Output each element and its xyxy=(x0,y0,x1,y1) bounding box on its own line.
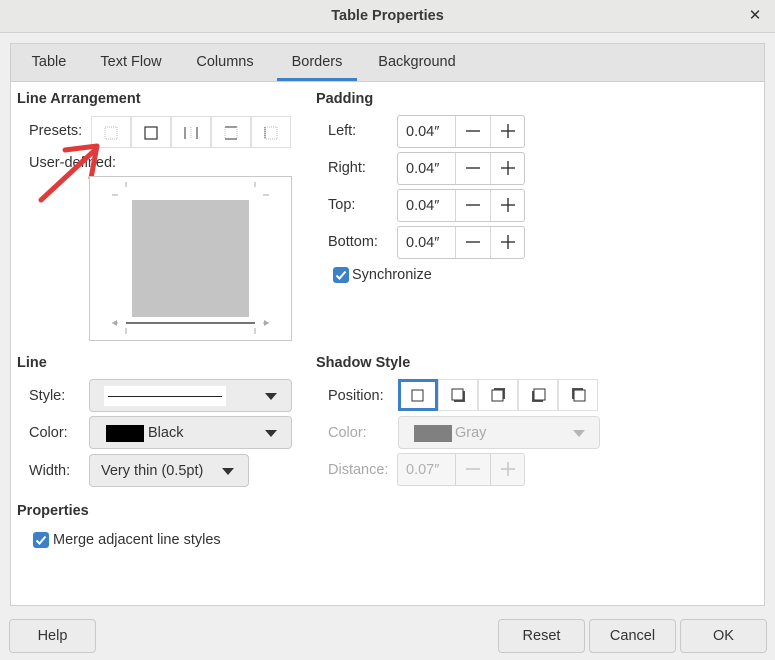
padding-bottom-field: 0.04″ xyxy=(397,226,525,259)
shadow-top-left-icon[interactable] xyxy=(558,379,598,411)
shadow-color-label: Color: xyxy=(328,425,367,441)
padding-left-label: Left: xyxy=(328,123,357,139)
shadow-style-heading: Shadow Style xyxy=(316,355,411,371)
synchronize-label: Synchronize xyxy=(352,267,432,283)
padding-top-value[interactable]: 0.04″ xyxy=(406,198,439,214)
tab-text-flow[interactable]: Text Flow xyxy=(87,44,175,81)
tab-bar: Table Text Flow Columns Borders Backgrou… xyxy=(10,43,765,81)
no-shadow-icon[interactable] xyxy=(398,379,438,411)
chevron-down-icon xyxy=(265,430,277,437)
line-style-dropdown[interactable] xyxy=(89,379,292,412)
shadow-position-group xyxy=(398,379,598,411)
close-icon[interactable]: ✕ xyxy=(745,6,765,26)
padding-right-label: Right: xyxy=(328,160,366,176)
line-style-preview xyxy=(104,386,226,406)
plus-icon[interactable] xyxy=(491,116,525,147)
tab-columns[interactable]: Columns xyxy=(183,44,267,81)
properties-heading: Properties xyxy=(17,503,89,519)
shadow-distance-value[interactable]: 0.07″ xyxy=(406,462,439,478)
outer-vertical-borders-icon[interactable] xyxy=(171,116,211,148)
shadow-distance-field: 0.07″ xyxy=(397,453,525,486)
line-color-label: Color: xyxy=(29,425,68,441)
merge-adjacent-checkbox[interactable] xyxy=(33,532,49,548)
tab-borders[interactable]: Borders xyxy=(277,44,357,81)
minus-icon[interactable] xyxy=(456,227,490,258)
window-title: Table Properties xyxy=(331,8,444,24)
padding-right-field: 0.04″ xyxy=(397,152,525,185)
merge-adjacent-label: Merge adjacent line styles xyxy=(53,532,221,548)
minus-icon[interactable] xyxy=(456,116,490,147)
color-swatch xyxy=(414,425,452,442)
padding-top-field: 0.04″ xyxy=(397,189,525,222)
chevron-down-icon xyxy=(573,430,585,437)
minus-icon[interactable] xyxy=(456,454,490,485)
title-bar: Table Properties ✕ xyxy=(0,0,775,33)
chevron-down-icon xyxy=(222,468,234,475)
line-heading: Line xyxy=(17,355,47,371)
padding-top-label: Top: xyxy=(328,197,356,213)
padding-bottom-value[interactable]: 0.04″ xyxy=(406,235,439,251)
outer-horizontal-borders-icon[interactable] xyxy=(211,116,251,148)
help-button[interactable]: Help xyxy=(9,619,96,653)
border-preview[interactable] xyxy=(89,176,292,341)
reset-button[interactable]: Reset xyxy=(498,619,585,653)
padding-left-field: 0.04″ xyxy=(397,115,525,148)
padding-right-value[interactable]: 0.04″ xyxy=(406,161,439,177)
shadow-color-value: Gray xyxy=(455,425,487,441)
shadow-top-right-icon[interactable] xyxy=(478,379,518,411)
minus-icon[interactable] xyxy=(456,153,490,184)
shadow-position-label: Position: xyxy=(328,388,384,404)
synchronize-checkbox[interactable] xyxy=(333,267,349,283)
presets-group xyxy=(91,116,291,148)
padding-bottom-label: Bottom: xyxy=(328,234,378,250)
tab-table[interactable]: Table xyxy=(19,44,79,81)
chevron-down-icon xyxy=(265,393,277,400)
minus-icon[interactable] xyxy=(456,190,490,221)
ok-button[interactable]: OK xyxy=(680,619,767,653)
shadow-bottom-right-icon[interactable] xyxy=(438,379,478,411)
padding-heading: Padding xyxy=(316,91,374,107)
padding-left-value[interactable]: 0.04″ xyxy=(406,124,439,140)
shadow-color-dropdown[interactable]: Gray xyxy=(398,416,600,449)
plus-icon[interactable] xyxy=(491,227,525,258)
line-color-value: Black xyxy=(148,425,184,441)
line-width-value: Very thin (0.5pt) xyxy=(101,463,204,479)
borders-panel: Line Arrangement Presets: User-defined: xyxy=(10,81,765,606)
shadow-bottom-left-icon[interactable] xyxy=(518,379,558,411)
plus-icon[interactable] xyxy=(491,190,525,221)
line-width-dropdown[interactable]: Very thin (0.5pt) xyxy=(89,454,249,487)
color-swatch xyxy=(106,425,144,442)
line-width-label: Width: xyxy=(29,463,71,479)
cancel-button[interactable]: Cancel xyxy=(589,619,676,653)
shadow-distance-label: Distance: xyxy=(328,462,389,478)
line-style-label: Style: xyxy=(29,388,66,404)
tab-background[interactable]: Background xyxy=(367,44,467,81)
plus-icon[interactable] xyxy=(491,454,525,485)
left-border-icon[interactable] xyxy=(251,116,291,148)
outer-border-icon[interactable] xyxy=(131,116,171,148)
line-color-dropdown[interactable]: Black xyxy=(89,416,292,449)
plus-icon[interactable] xyxy=(491,153,525,184)
line-arrangement-heading: Line Arrangement xyxy=(17,91,141,107)
